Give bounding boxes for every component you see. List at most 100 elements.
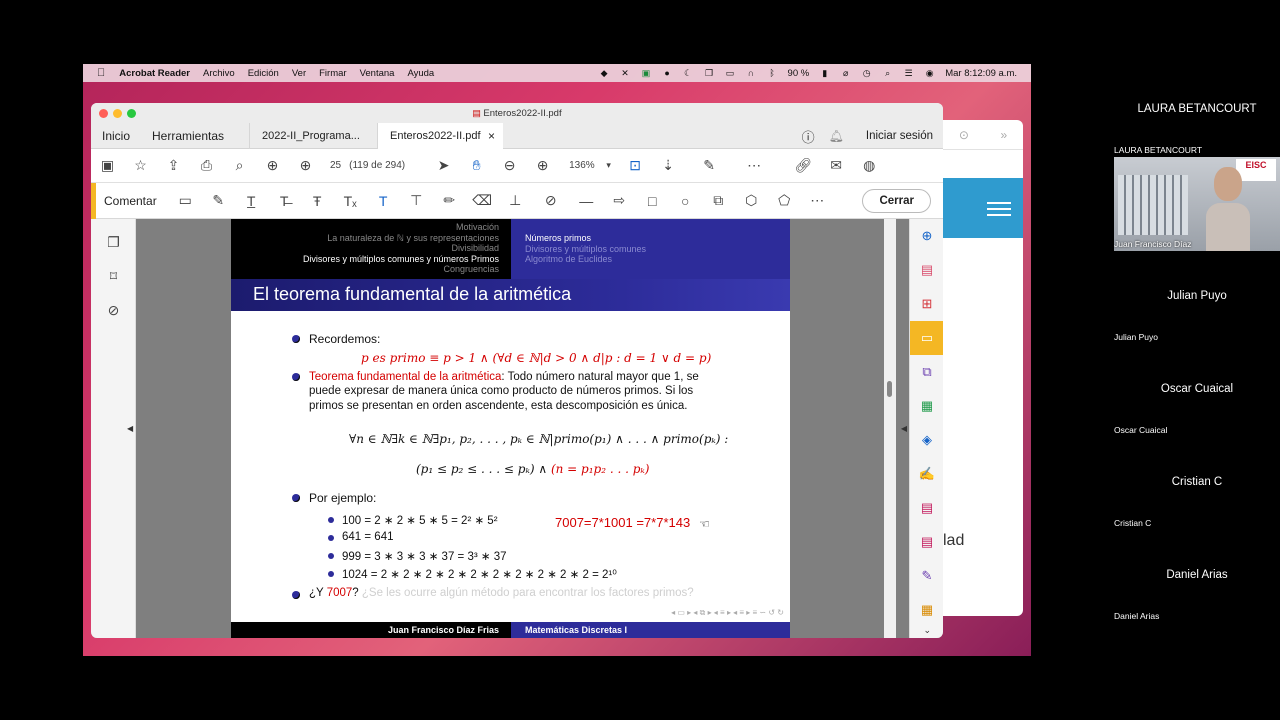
minimize-window-button[interactable]: [113, 109, 122, 118]
help-icon[interactable]: ⓘ: [802, 127, 815, 146]
green-app-icon[interactable]: ▣: [641, 68, 652, 78]
moon-icon[interactable]: ☾: [683, 68, 694, 78]
screen-icon[interactable]: ▭: [725, 68, 736, 78]
add-text-icon[interactable]: T: [367, 193, 400, 209]
menu-ayuda[interactable]: Ayuda: [407, 68, 434, 79]
request-signature-icon[interactable]: ✎: [910, 559, 943, 593]
page-number-input[interactable]: 25: [330, 160, 341, 171]
protect-icon[interactable]: ▤: [910, 491, 943, 525]
bookmarks-icon[interactable]: ⌑: [91, 259, 136, 293]
participant-julian-name[interactable]: Julian Puyo: [1114, 290, 1280, 302]
windows-icon[interactable]: ❐: [704, 68, 715, 78]
app-x-icon[interactable]: ✕: [620, 68, 631, 78]
page-thumbnails-icon[interactable]: ❐: [91, 225, 136, 259]
menu-archivo[interactable]: Archivo: [203, 68, 235, 79]
menu-edicion[interactable]: Edición: [248, 68, 279, 79]
more-chevron-icon[interactable]: »: [1001, 128, 1008, 142]
save-icon[interactable]: ▣: [91, 157, 124, 174]
attach-icon[interactable]: ⊘: [532, 192, 570, 209]
mail-icon[interactable]: ✉: [820, 157, 853, 174]
bluetooth-icon[interactable]: ᛒ: [767, 68, 778, 78]
search-icon[interactable]: ⌕: [223, 157, 256, 174]
scroll-mode-icon[interactable]: ⇣: [652, 157, 685, 174]
eraser-icon[interactable]: ⌫: [466, 192, 499, 209]
stamp-icon[interactable]: ⊥: [499, 192, 532, 209]
participant-daniel-name[interactable]: Daniel Arias: [1114, 569, 1280, 581]
more-tools-rail-icon[interactable]: ▦: [910, 593, 943, 627]
document-area[interactable]: ❐ ⌑ ⊘ ◀ Motivación La naturaleza de ℕ y …: [91, 219, 943, 638]
edit-pdf-icon[interactable]: ▦: [910, 389, 943, 423]
hand-tool-icon[interactable]: ✋︎: [460, 157, 493, 174]
menu-app-name[interactable]: Acrobat Reader: [119, 68, 190, 79]
comment-tool-icon[interactable]: ▭: [910, 321, 943, 355]
oval-tool-icon[interactable]: ○: [669, 193, 702, 209]
export-pdf-icon[interactable]: ⊞: [910, 287, 943, 321]
section-divisibilidad[interactable]: Divisibilidad: [231, 243, 499, 254]
notifications-bell-icon[interactable]: 🔔︎: [829, 129, 844, 143]
menu-ventana[interactable]: Ventana: [360, 68, 395, 79]
bookmark-star-icon[interactable]: ☆: [124, 157, 157, 174]
zoom-out-icon[interactable]: ⊖: [493, 157, 526, 174]
zoom-window-button[interactable]: [127, 109, 136, 118]
section-divisores-current[interactable]: Divisores y múltiplos comunes y números …: [231, 254, 499, 265]
vertical-scrollbar[interactable]: [884, 219, 896, 638]
strikethrough-text-icon[interactable]: T̶: [268, 193, 301, 209]
subsection-euclides[interactable]: Algoritmo de Euclides: [525, 254, 790, 265]
organize-pages-icon[interactable]: ⧉: [910, 355, 943, 389]
more-comment-tools-icon[interactable]: ⋯: [801, 192, 834, 209]
insert-text-icon[interactable]: Tₓ: [334, 193, 367, 209]
fill-sign-icon[interactable]: ✍: [910, 457, 943, 491]
close-window-button[interactable]: [99, 109, 108, 118]
text-box-icon[interactable]: ⊤: [400, 192, 433, 209]
create-pdf-icon[interactable]: ⊕: [910, 219, 943, 253]
record-icon[interactable]: ●: [662, 68, 673, 78]
combine-files-icon[interactable]: ▤: [910, 253, 943, 287]
section-congruencias[interactable]: Congruencias: [231, 264, 499, 275]
scrollbar-thumb[interactable]: [887, 381, 892, 397]
zoom-level-select[interactable]: 136%: [569, 160, 595, 171]
apple-icon[interactable]: : [97, 67, 105, 79]
callout-tool-icon[interactable]: ⧉: [702, 192, 735, 209]
close-tab-icon[interactable]: ×: [488, 123, 495, 149]
download-icon[interactable]: ⊙: [959, 128, 969, 142]
participant-oscar-name[interactable]: Oscar Cuaical: [1114, 383, 1280, 395]
attachments-icon[interactable]: ⊘: [91, 293, 136, 327]
battery-icon[interactable]: ▮: [819, 68, 830, 78]
rectangle-tool-icon[interactable]: □: [636, 193, 669, 209]
select-cursor-icon[interactable]: ➤: [427, 157, 460, 174]
wifi-off-icon[interactable]: ⌀: [840, 68, 851, 78]
sign-in-link[interactable]: Iniciar sesión: [866, 130, 933, 142]
scan-ocr-icon[interactable]: ◈: [910, 423, 943, 457]
highlight-pen-icon[interactable]: ✎: [202, 192, 235, 209]
sticky-note-icon[interactable]: ▭: [169, 192, 202, 209]
share-user-icon[interactable]: ◍: [853, 157, 886, 174]
close-comment-button[interactable]: Cerrar: [862, 189, 931, 213]
spotlight-icon[interactable]: ⌕: [882, 68, 893, 78]
hamburger-menu-icon[interactable]: [987, 198, 1011, 220]
participant-cristian-name[interactable]: Cristian C: [1114, 476, 1280, 488]
prev-page-icon[interactable]: ⊕: [256, 157, 289, 174]
tab-herramientas[interactable]: Herramientas: [141, 129, 235, 143]
replace-text-icon[interactable]: Ŧ: [301, 193, 334, 209]
scroll-down-chevron-icon[interactable]: ⌄: [923, 625, 931, 636]
tab-inicio[interactable]: Inicio: [91, 129, 141, 143]
subsection-divisores[interactable]: Divisores y múltiplos comunes: [525, 244, 790, 255]
doc-tab-enteros[interactable]: Enteros2022-II.pdf ×: [377, 122, 504, 149]
control-center-icon[interactable]: ☰: [903, 68, 914, 78]
underline-text-icon[interactable]: T̲: [235, 193, 268, 209]
zoom-dropdown-icon[interactable]: ▾: [599, 160, 619, 171]
background-browser-window[interactable]: ⊙ » lad: [943, 120, 1023, 616]
polygon-tool-icon[interactable]: ⬡: [735, 192, 768, 209]
link-icon[interactable]: 🔗︎: [787, 157, 820, 174]
draw-pencil-icon[interactable]: ✏: [433, 192, 466, 209]
beamer-nav-symbols[interactable]: ◂ ▭ ▸ ◂ ⧉ ▸ ◂ ≡ ▸ ◂ ≡ ▸ ≡ ∽ ↺ ↻: [671, 608, 784, 618]
collapse-left-panel-icon[interactable]: ◀: [127, 424, 133, 433]
menu-firmar[interactable]: Firmar: [319, 68, 346, 79]
cloud-tool-icon[interactable]: ⬠: [768, 192, 801, 209]
menu-ver[interactable]: Ver: [292, 68, 306, 79]
fit-page-icon[interactable]: ⊡: [619, 157, 652, 174]
section-naturaleza[interactable]: La naturaleza de ℕ y sus representacione…: [231, 233, 499, 244]
prepare-form-icon[interactable]: ▤: [910, 525, 943, 559]
zoom-in-icon[interactable]: ⊕: [526, 157, 559, 174]
headphones-icon[interactable]: ∩: [746, 68, 757, 78]
